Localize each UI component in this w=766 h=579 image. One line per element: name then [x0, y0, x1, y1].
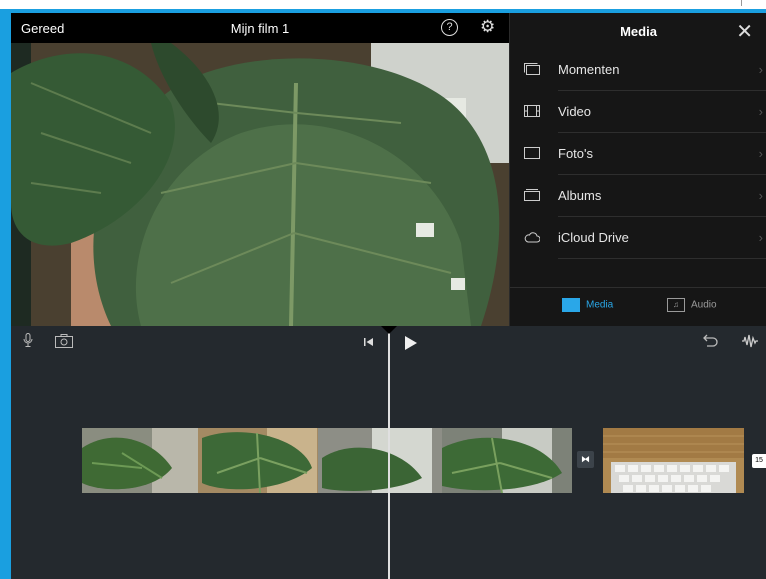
chevron-right-icon: ›: [758, 146, 763, 161]
divider: [558, 258, 766, 259]
chevron-right-icon: ›: [758, 188, 763, 203]
media-tabbar: Media ♫ Audio: [510, 287, 766, 327]
help-icon[interactable]: ?: [441, 19, 458, 36]
tab-audio[interactable]: ♫ Audio: [667, 298, 717, 312]
timeline-clip-2[interactable]: [603, 428, 744, 493]
imovie-screen: Gereed Mijn film 1 ? ⚙ Media ✕ Momenten …: [11, 13, 766, 579]
chevron-right-icon: ›: [758, 230, 763, 245]
media-item-fotos[interactable]: Foto's ›: [510, 133, 766, 175]
photo-icon: [524, 147, 540, 159]
media-item-momenten[interactable]: Momenten ›: [510, 49, 766, 91]
media-item-video[interactable]: Video ›: [510, 91, 766, 133]
albums-icon: [524, 189, 540, 201]
media-item-label: Foto's: [558, 146, 593, 161]
project-title: Mijn film 1: [230, 21, 290, 36]
camera-icon[interactable]: [55, 334, 73, 351]
preview-viewer: Gereed Mijn film 1 ? ⚙: [11, 13, 509, 326]
media-panel-header: Media ✕: [510, 13, 766, 49]
undo-icon[interactable]: [703, 334, 719, 351]
microphone-icon[interactable]: [23, 333, 33, 350]
playhead[interactable]: [388, 326, 390, 579]
media-tab-icon: [562, 298, 580, 312]
transition-button[interactable]: ⧓: [577, 451, 594, 468]
clip-duration-badge: 15: [752, 454, 766, 468]
tab-audio-label: Audio: [691, 299, 717, 311]
media-list: Momenten › Video › Foto's › Albums › iCl…: [510, 49, 766, 259]
film-icon: [524, 105, 540, 117]
media-panel-title: Media: [620, 24, 657, 39]
play-icon[interactable]: [404, 335, 418, 354]
media-item-label: Video: [558, 104, 592, 119]
preview-topbar: Gereed Mijn film 1 ? ⚙: [11, 13, 509, 43]
skip-to-start-icon[interactable]: [363, 335, 375, 350]
media-item-icloud-drive[interactable]: iCloud Drive ›: [510, 217, 766, 259]
chevron-right-icon: ›: [758, 104, 763, 119]
media-item-label: Momenten: [558, 62, 620, 77]
settings-icon[interactable]: ⚙: [480, 18, 495, 36]
media-panel: Media ✕ Momenten › Video › Foto's › Albu…: [509, 13, 766, 326]
close-icon[interactable]: ✕: [736, 19, 753, 44]
chevron-right-icon: ›: [758, 62, 763, 77]
video-frame: [11, 43, 509, 326]
media-item-label: iCloud Drive: [558, 230, 629, 245]
media-item-albums[interactable]: Albums ›: [510, 175, 766, 217]
media-item-label: Albums: [558, 188, 602, 203]
playhead-marker: [381, 326, 397, 334]
cloud-icon: [524, 232, 540, 243]
tab-media[interactable]: Media: [562, 298, 613, 312]
tab-media-label: Media: [586, 299, 614, 311]
audio-waveform-icon[interactable]: [741, 333, 759, 352]
music-note-icon: ♫: [667, 298, 685, 312]
clip-thumbnails: [82, 428, 572, 493]
corner-mark: [741, 0, 742, 6]
timeline-clip-1[interactable]: [82, 428, 572, 493]
moments-icon: [524, 63, 540, 75]
clip-thumbnail-keyboard: [603, 428, 744, 493]
